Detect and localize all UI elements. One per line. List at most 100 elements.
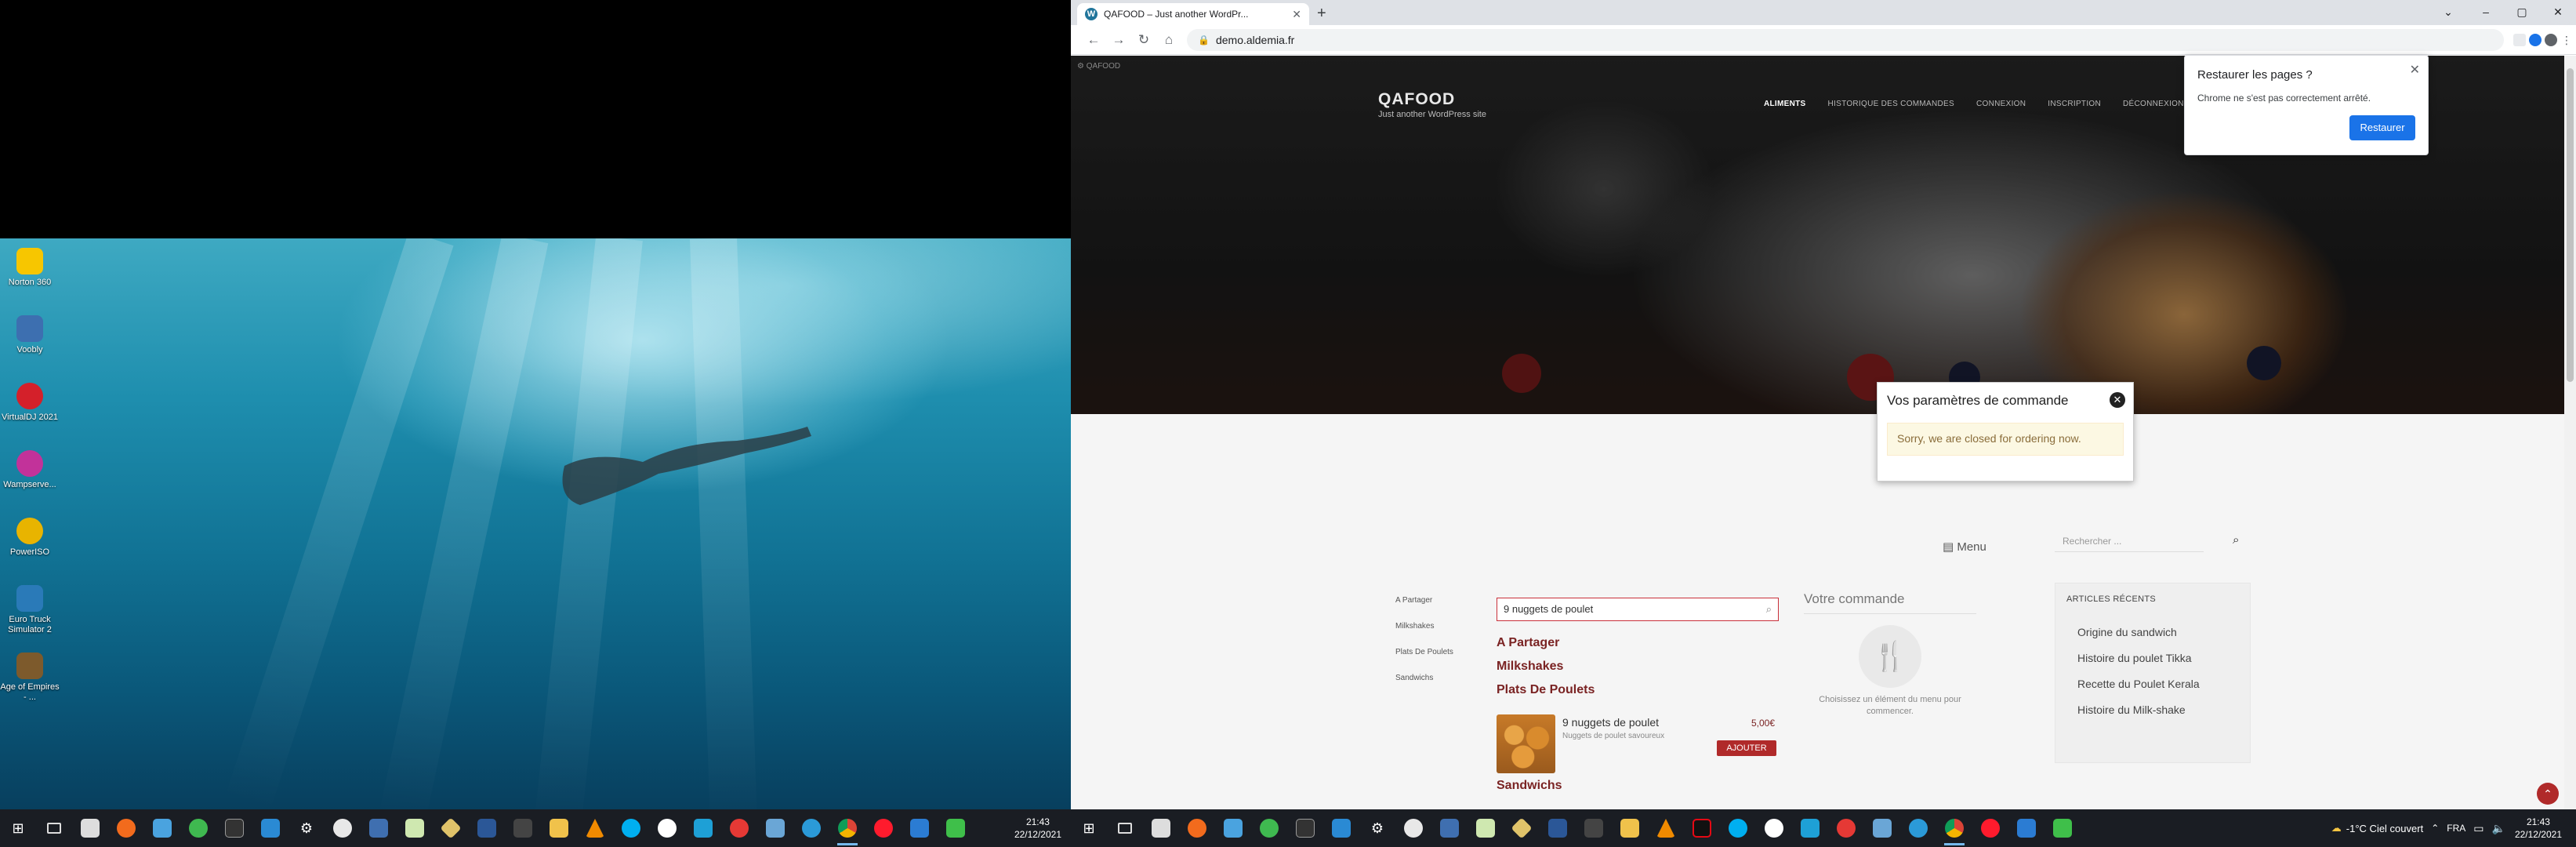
nav-historique[interactable]: HISTORIQUE DES COMMANDES [1828,100,1954,108]
taskbar-app-record[interactable] [721,809,757,847]
new-tab-button[interactable]: + [1317,5,1326,23]
task-view-button[interactable] [36,809,72,847]
tab-search-button[interactable]: ⌄ [2430,0,2466,25]
sidebar-category-sandwichs[interactable]: Sandwichs [1395,674,1433,682]
menu-link[interactable]: ▤ Menu [1943,540,1986,554]
chrome-menu-icon[interactable]: ⋮ [2560,34,2573,46]
taskbar-explorer[interactable] [541,809,577,847]
taskbar-app-blue[interactable] [1215,809,1251,847]
taskbar-skype[interactable] [1720,809,1756,847]
start-button[interactable]: ⊞ [1071,809,1107,847]
wp-admin-link[interactable]: ⚙ QAFOOD [1077,62,1120,71]
taskbar-app-fish[interactable] [757,809,793,847]
taskbar-app-console[interactable] [505,809,541,847]
taskbar-app-green[interactable] [180,809,216,847]
task-view-button[interactable] [1107,809,1143,847]
taskbar-app-record[interactable] [1828,809,1864,847]
desktop-icon-euro-truck[interactable]: Euro Truck Simulator 2 [0,580,60,643]
close-window-button[interactable]: ✕ [2540,0,2576,25]
zoom-icon[interactable] [2513,34,2526,46]
taskbar-app-orange[interactable] [108,809,144,847]
forward-button[interactable]: → [1110,31,1127,49]
recent-post-link[interactable]: Recette du Poulet Kerala [2066,678,2239,690]
taskbar-word[interactable] [1540,809,1576,847]
reload-button[interactable]: ↻ [1135,31,1152,49]
recent-post-link[interactable]: Histoire du Milk-shake [2066,703,2239,716]
nav-aliments[interactable]: ALIMENTS [1764,100,1806,108]
desktop-icon-age-of-empires[interactable]: Age of Empires - ... [0,648,60,711]
nav-connexion[interactable]: CONNEXION [1976,100,2026,108]
taskbar-opera[interactable] [1972,809,2008,847]
weather-widget[interactable]: ☁ -1°C Ciel couvert [2331,822,2423,834]
taskbar-edge[interactable] [793,809,829,847]
taskbar-opera[interactable] [865,809,902,847]
taskbar-app-g[interactable] [649,809,685,847]
start-button[interactable]: ⊞ [0,809,36,847]
taskbar-app-orange[interactable] [1179,809,1215,847]
taskbar-word[interactable] [469,809,505,847]
sidebar-category-milkshakes[interactable]: Milkshakes [1395,622,1434,631]
taskbar-vlc[interactable] [1648,809,1684,847]
taskbar-notepad[interactable] [397,809,433,847]
taskbar-app-store[interactable] [72,809,108,847]
taskbar-netflix[interactable] [1684,809,1720,847]
taskbar-vscode[interactable] [1323,809,1359,847]
left-clock[interactable]: 21:43 22/12/2021 [1014,816,1061,841]
modal-close-icon[interactable]: ✕ [2110,392,2125,408]
taskbar-chrome[interactable] [1936,809,1972,847]
recent-post-link[interactable]: Histoire du poulet Tikka [2066,652,2239,664]
taskbar-app-greenbox[interactable] [2044,809,2081,847]
nav-deconnexion[interactable]: DÉCONNEXION [2123,100,2184,108]
taskbar-terminal[interactable] [216,809,252,847]
taskbar-notepad[interactable] [1468,809,1504,847]
taskbar-app-g[interactable] [1756,809,1792,847]
taskbar-app-diamond[interactable] [433,809,469,847]
search-icon[interactable]: ⌕ [2233,533,2239,547]
site-title[interactable]: QAFOOD [1378,90,1455,109]
taskbar-app-green[interactable] [1251,809,1287,847]
address-bar[interactable]: 🔒 demo.aldemia.fr [1187,29,2504,51]
tray-chevron-icon[interactable]: ⌃ [2431,823,2439,834]
maximize-button[interactable]: ▢ [2504,0,2540,25]
taskbar-edge[interactable] [1900,809,1936,847]
scrollbar-thumb[interactable] [2567,68,2574,382]
add-to-order-button[interactable]: AJOUTER [1717,740,1776,756]
menu-search-input[interactable]: 9 nuggets de poulet ⌕ [1497,598,1779,621]
page-scrollbar[interactable] [2564,56,2576,809]
taskbar-app-blue[interactable] [144,809,180,847]
desktop-icon-voobly[interactable]: Voobly [0,311,60,373]
desktop-icon-norton[interactable]: Norton 360 [0,243,60,306]
taskbar-app-fish[interactable] [1864,809,1900,847]
taskbar-app-s[interactable] [902,809,938,847]
taskbar-app-cloud[interactable] [325,809,361,847]
taskbar-settings[interactable]: ⚙ [1359,809,1395,847]
back-button[interactable]: ← [1085,31,1102,49]
taskbar-app-screen[interactable] [1792,809,1828,847]
taskbar-vlc[interactable] [577,809,613,847]
right-clock[interactable]: 21:43 22/12/2021 [2515,816,2562,841]
language-indicator[interactable]: FRA [2447,823,2465,834]
nuggets-image[interactable] [1497,714,1555,773]
nav-inscription[interactable]: INSCRIPTION [2048,100,2101,108]
taskbar-app-console[interactable] [1576,809,1612,847]
restore-close-icon[interactable]: ✕ [2410,62,2420,78]
recent-post-link[interactable]: Origine du sandwich [2066,626,2239,638]
taskbar-settings[interactable]: ⚙ [288,809,325,847]
sidebar-category-a-partager[interactable]: A Partager [1395,596,1432,605]
browser-tab[interactable]: W QAFOOD – Just another WordPr... ✕ [1077,3,1309,25]
tab-close-icon[interactable]: ✕ [1292,8,1301,21]
taskbar-app-greenbox[interactable] [938,809,974,847]
profile-icon[interactable] [2545,34,2557,46]
restore-button[interactable]: Restaurer [2349,115,2415,140]
taskbar-chrome[interactable] [829,809,865,847]
taskbar-app-truck[interactable] [361,809,397,847]
taskbar-app-diamond[interactable] [1504,809,1540,847]
volume-icon[interactable]: 🔈 [2492,822,2505,835]
network-icon[interactable]: ▭ [2473,822,2483,835]
taskbar-vscode[interactable] [252,809,288,847]
back-to-top-button[interactable]: ⌃ [2537,783,2559,805]
widget-search-input[interactable]: Rechercher ... [2055,530,2204,552]
taskbar-app-cloud[interactable] [1395,809,1431,847]
minimize-button[interactable]: – [2468,0,2504,25]
desktop-icon-wampserver[interactable]: Wampserve... [0,445,60,508]
